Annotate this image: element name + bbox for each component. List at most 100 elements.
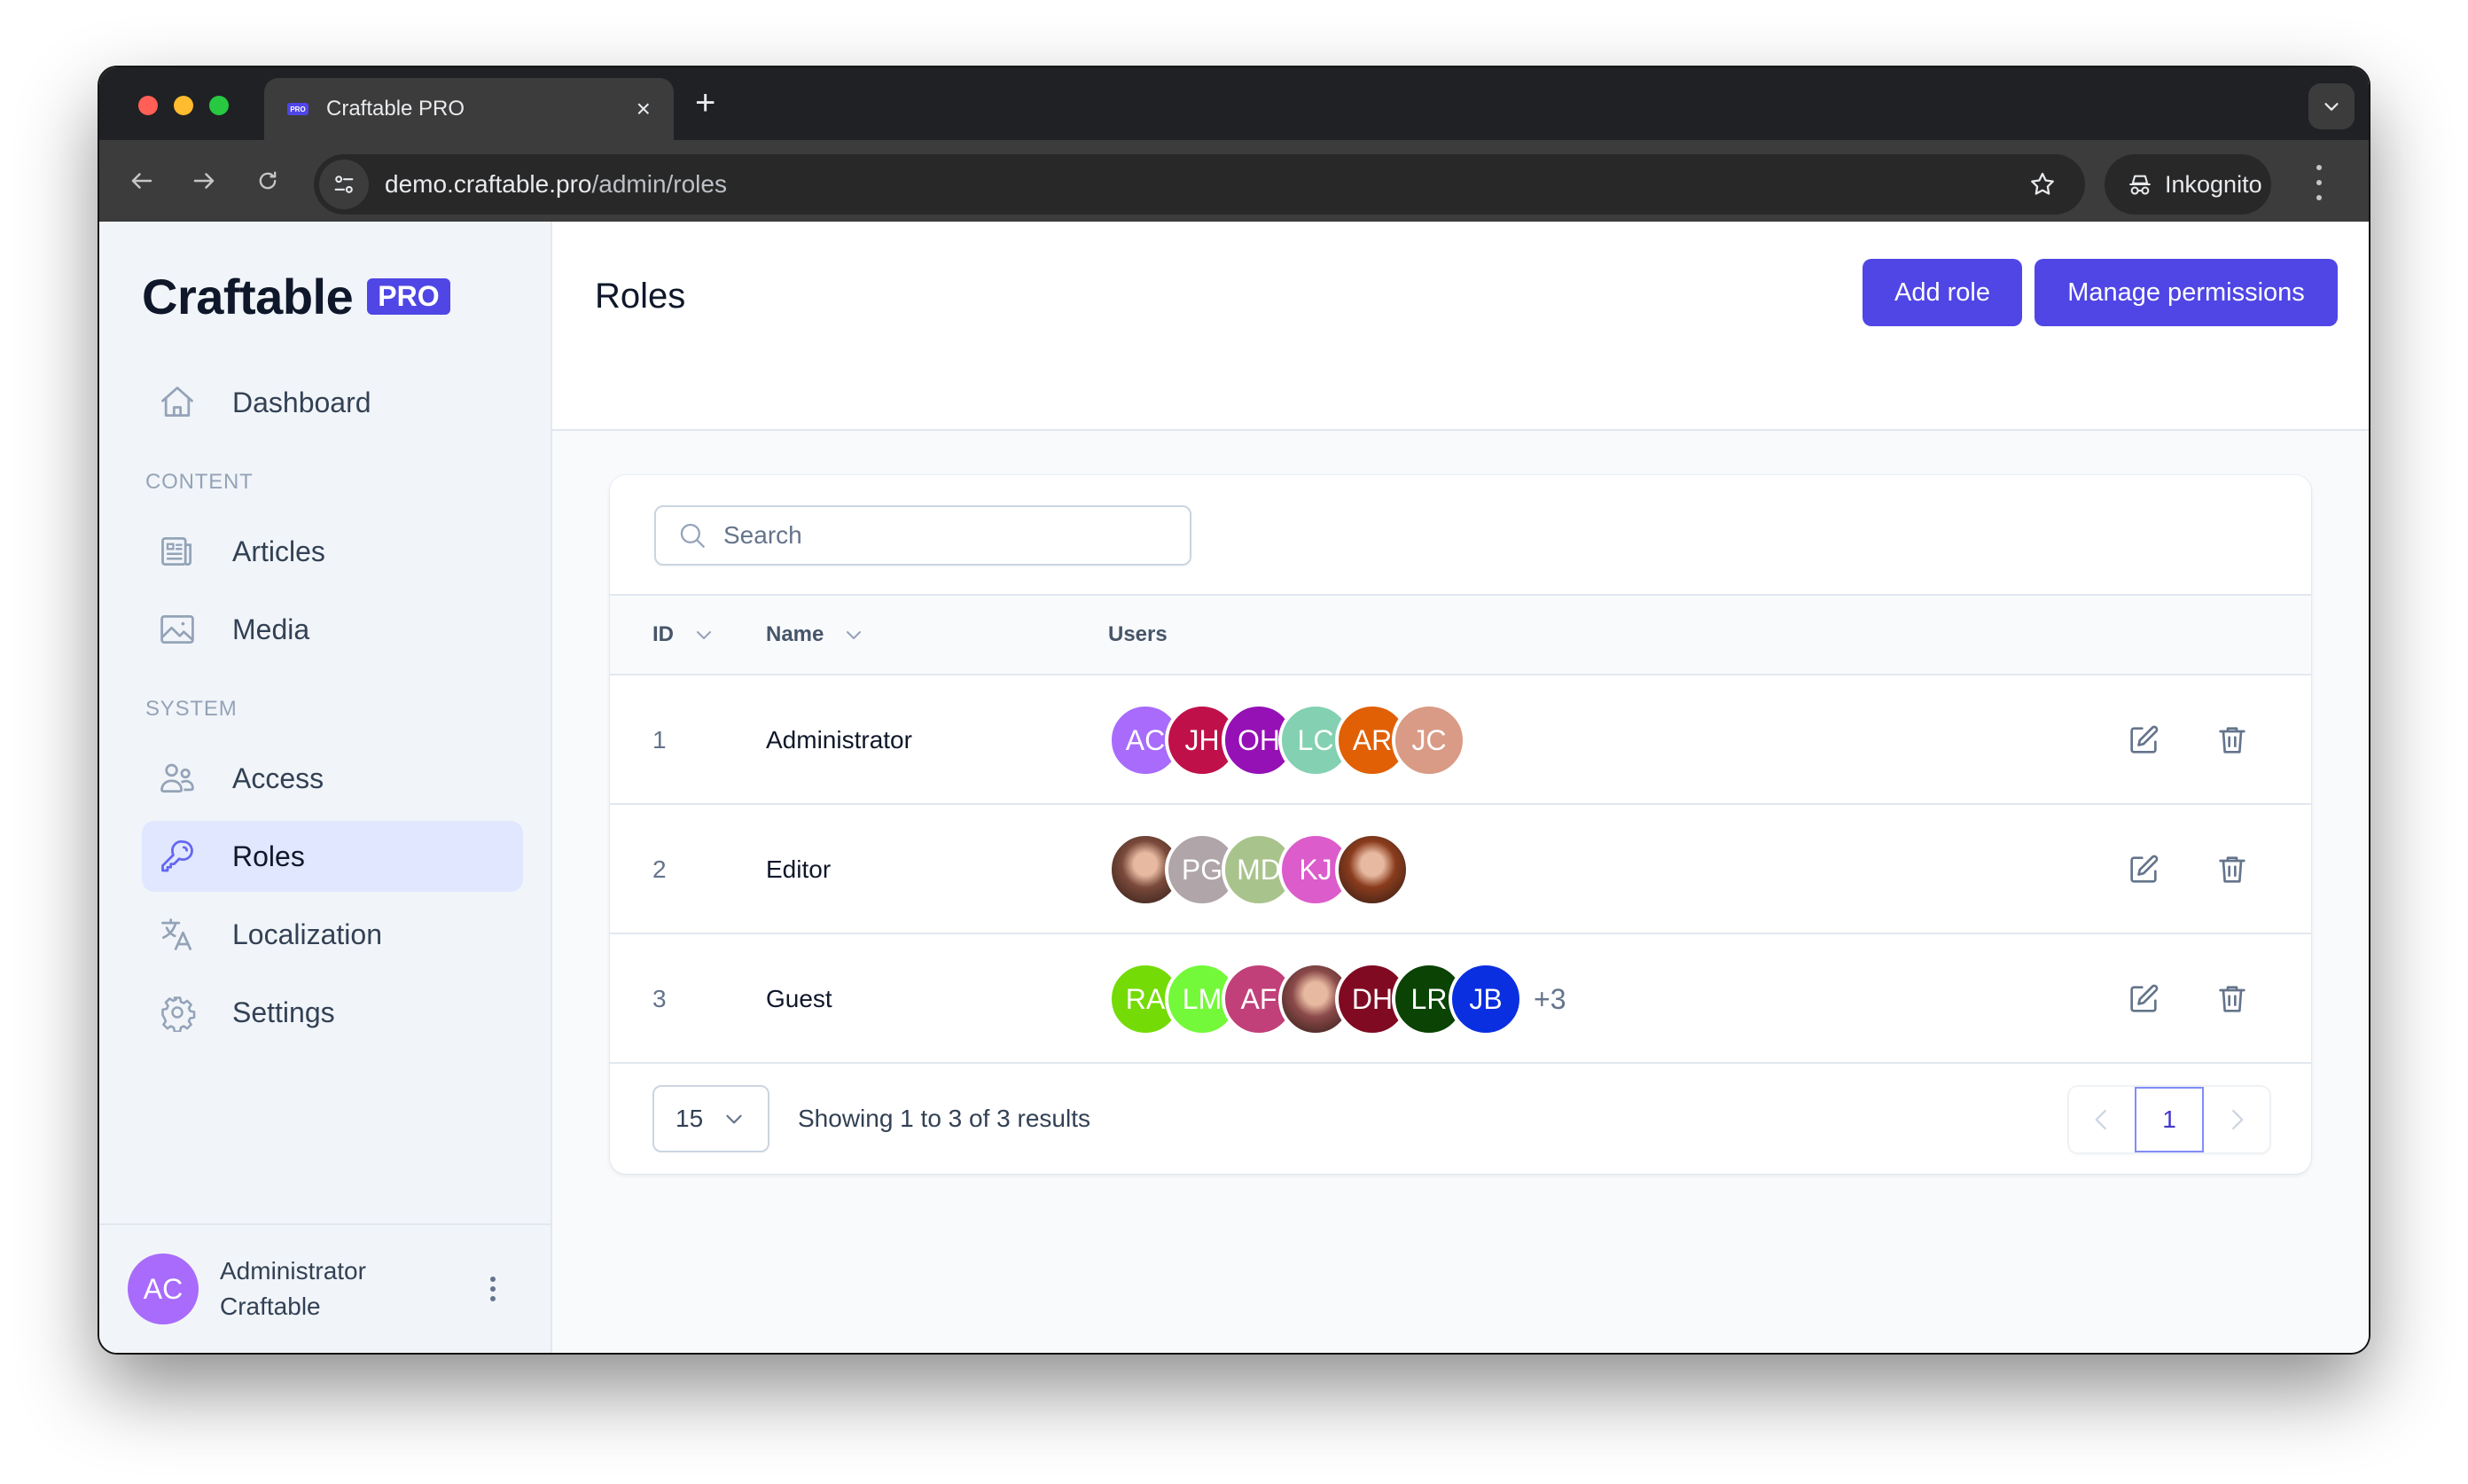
sidebar-item-label: Localization xyxy=(232,918,382,950)
role-id: 1 xyxy=(652,726,667,754)
edit-icon[interactable] xyxy=(2122,848,2165,891)
tab-title: Craftable PRO xyxy=(326,97,465,121)
role-users: RA LM AF DH LR JB +3 xyxy=(1108,934,1566,1064)
chevron-down-icon xyxy=(2324,103,2339,111)
column-label: Name xyxy=(766,622,824,646)
image-icon xyxy=(158,610,197,649)
sidebar-item-localization[interactable]: Localization xyxy=(142,899,523,970)
favicon-icon: PRO xyxy=(287,103,308,115)
page-header: Roles Add role Manage permissions xyxy=(552,222,2369,431)
chevron-right-icon xyxy=(2232,1109,2244,1130)
role-name: Editor xyxy=(766,855,832,883)
sidebar-item-label: Settings xyxy=(232,996,335,1028)
table-row[interactable]: 2 Editor PG MD KJ xyxy=(610,805,2311,934)
search-field[interactable] xyxy=(654,505,1191,566)
sidebar-item-access[interactable]: Access xyxy=(142,743,523,814)
incognito-icon xyxy=(2129,175,2151,195)
column-header-name[interactable]: Name xyxy=(766,596,864,674)
sidebar-item-label: Media xyxy=(232,613,310,645)
role-users: PG MD KJ xyxy=(1108,805,1410,934)
next-page-button[interactable] xyxy=(2204,1087,2269,1152)
sidebar-item-label: Dashboard xyxy=(232,386,371,418)
reload-button[interactable] xyxy=(250,163,285,199)
sidebar-item-settings[interactable]: Settings xyxy=(142,977,523,1048)
avatar: AC xyxy=(128,1254,199,1324)
role-name: Guest xyxy=(766,985,832,1012)
minimize-window-button[interactable] xyxy=(174,96,193,115)
search-input[interactable] xyxy=(723,521,1167,550)
add-role-button[interactable]: Add role xyxy=(1863,259,2022,326)
sidebar-item-roles[interactable]: Roles xyxy=(142,821,523,892)
forward-button[interactable] xyxy=(186,163,222,199)
column-header-id[interactable]: ID xyxy=(652,596,715,674)
manage-permissions-button[interactable]: Manage permissions xyxy=(2035,259,2338,326)
incognito-profile-button[interactable]: Inkognito xyxy=(2105,154,2271,215)
browser-toolbar: demo.craftable.pro/admin/roles Inkognito xyxy=(99,140,2369,222)
results-summary: Showing 1 to 3 of 3 results xyxy=(798,1105,1090,1132)
browser-tab[interactable]: PRO Craftable PRO × xyxy=(264,78,674,140)
role-id: 2 xyxy=(652,855,667,883)
row-actions xyxy=(2122,934,2253,1064)
table-row[interactable]: 3 Guest RA LM AF DH LR JB +3 xyxy=(610,934,2311,1064)
reload-icon xyxy=(259,171,277,190)
trash-icon[interactable] xyxy=(2211,848,2253,891)
translate-icon xyxy=(158,915,197,954)
sidebar-item-media[interactable]: Media xyxy=(142,594,523,665)
logo-badge: PRO xyxy=(367,278,450,315)
page-title: Roles xyxy=(595,277,686,316)
avatar[interactable]: JB xyxy=(1449,962,1523,1036)
edit-icon[interactable] xyxy=(2122,978,2165,1020)
previous-page-button[interactable] xyxy=(2069,1087,2135,1152)
tab-search-button[interactable] xyxy=(2308,83,2355,129)
row-actions xyxy=(2122,805,2253,934)
column-label: Users xyxy=(1108,622,1168,646)
gear-icon xyxy=(158,993,197,1032)
trash-icon[interactable] xyxy=(2211,719,2253,762)
url-text: demo.craftable.pro/admin/roles xyxy=(385,170,727,198)
arrow-right-icon xyxy=(193,173,215,189)
trash-icon[interactable] xyxy=(2211,978,2253,1020)
user-info: Administrator Craftable xyxy=(220,1254,480,1324)
sidebar-item-articles[interactable]: Articles xyxy=(142,516,523,587)
profile-label: Inkognito xyxy=(2165,170,2262,198)
sidebar-item-dashboard[interactable]: Dashboard xyxy=(142,367,523,438)
avatar[interactable]: JC xyxy=(1392,703,1466,777)
roles-table-card: ID Name Users 1 Administrator ACJHOHLCARJC… xyxy=(610,475,2311,1174)
close-window-button[interactable] xyxy=(138,96,158,115)
edit-icon[interactable] xyxy=(2122,719,2165,762)
key-icon xyxy=(158,837,197,876)
column-header-users: Users xyxy=(1108,596,1168,674)
search-icon xyxy=(680,523,705,548)
browser-window: PRO Craftable PRO × + demo.craftable.pro… xyxy=(99,67,2369,1353)
sidebar-item-label: Articles xyxy=(232,535,325,567)
row-actions xyxy=(2122,676,2253,805)
user-name: Administrator xyxy=(220,1257,366,1285)
tab-close-icon[interactable]: × xyxy=(637,97,651,121)
avatar[interactable] xyxy=(1335,832,1410,907)
per-page-select[interactable]: 15 xyxy=(652,1085,769,1152)
sort-chevron-icon xyxy=(847,631,862,639)
sort-chevron-icon xyxy=(697,631,711,639)
main-content: Roles Add role Manage permissions ID Nam… xyxy=(552,222,2369,1353)
user-menu-button[interactable] xyxy=(480,1271,506,1307)
column-label: ID xyxy=(652,622,674,646)
users-icon xyxy=(158,759,197,798)
back-button[interactable] xyxy=(124,163,160,199)
new-tab-button[interactable]: + xyxy=(695,85,715,121)
user-profile[interactable]: AC Administrator Craftable xyxy=(99,1223,551,1353)
page-1-button[interactable]: 1 xyxy=(2135,1087,2204,1152)
bookmark-star-icon[interactable] xyxy=(2028,170,2057,199)
site-settings-button[interactable] xyxy=(319,160,369,209)
browser-menu-button[interactable] xyxy=(2314,165,2324,200)
role-users: AC JH OH LC AR JC xyxy=(1108,676,1466,805)
user-org: Craftable xyxy=(220,1293,321,1320)
address-bar[interactable]: demo.craftable.pro/admin/roles xyxy=(314,154,2085,215)
per-page-value: 15 xyxy=(676,1105,704,1132)
chevron-left-icon xyxy=(2095,1109,2106,1130)
home-icon xyxy=(158,383,197,422)
logo[interactable]: Craftable PRO xyxy=(142,268,450,325)
table-header: ID Name Users xyxy=(610,594,2311,676)
maximize-window-button[interactable] xyxy=(209,96,229,115)
table-footer: 15 Showing 1 to 3 of 3 results 1 xyxy=(610,1064,2311,1174)
table-row[interactable]: 1 Administrator AC JH OH LC AR JC xyxy=(610,676,2311,805)
